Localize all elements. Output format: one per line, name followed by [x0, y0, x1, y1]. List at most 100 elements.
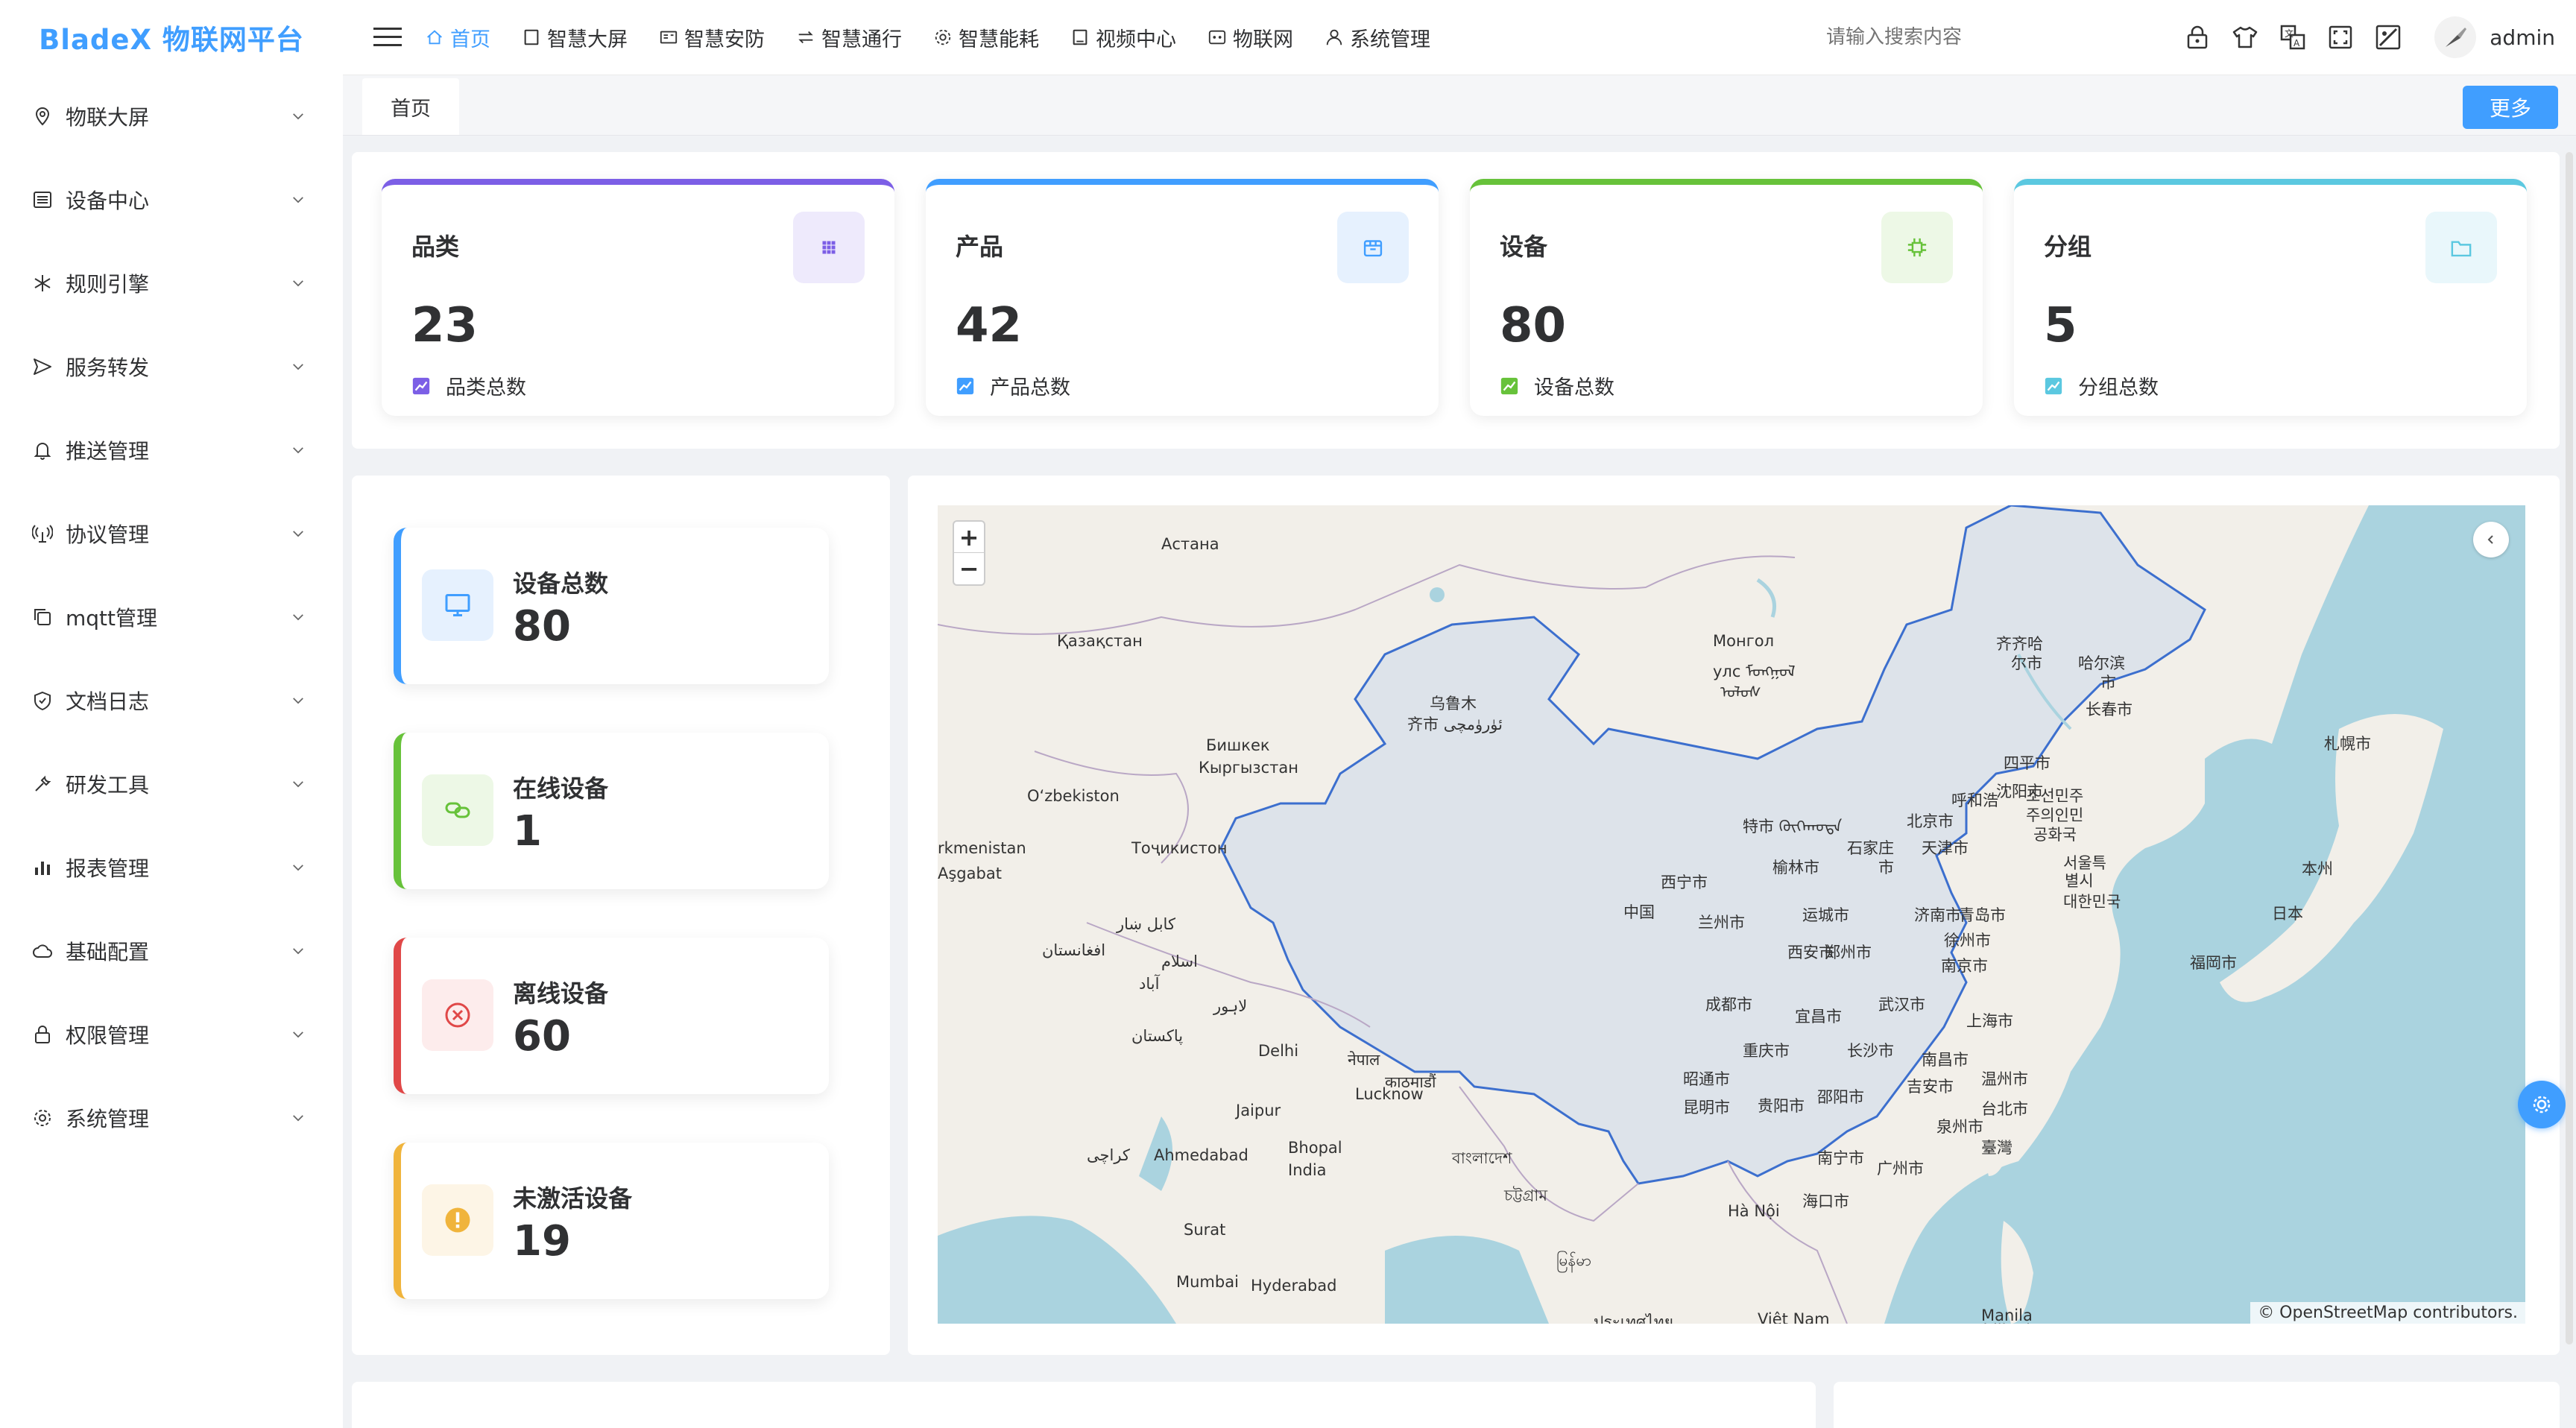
sidebar-item-0[interactable]: 物联大屏: [0, 75, 343, 158]
map-place-label: Кыргызстан: [1199, 759, 1298, 777]
more-button[interactable]: 更多: [2463, 86, 2558, 129]
stat-card[interactable]: 设备 80 设备总数: [1470, 179, 1983, 416]
device-stat-card[interactable]: 未激活设备 19: [394, 1143, 829, 1299]
search-input[interactable]: [1826, 22, 2169, 52]
map-place-label: Surat: [1184, 1221, 1226, 1239]
device-stat-title: 设备总数: [513, 569, 609, 598]
gear-icon: [2531, 1094, 2552, 1115]
map-place-label: 济南市: [1914, 906, 1961, 924]
theme-shirt-icon[interactable]: [2221, 13, 2269, 61]
sidebar-item-label: 系统管理: [66, 1107, 150, 1131]
bell-icon: [30, 437, 55, 463]
lock-icon[interactable]: [2174, 13, 2221, 61]
sidebar-item-label: mqtt管理: [66, 606, 158, 631]
top-nav-item-7[interactable]: 系统管理: [1325, 23, 1430, 52]
sidebar-item-9[interactable]: 报表管理: [0, 826, 343, 909]
sidebar-item-label: 设备中心: [66, 189, 150, 213]
sidebar-item-1[interactable]: 设备中心: [0, 158, 343, 241]
map-place-label: 邵阳市: [1817, 1088, 1864, 1106]
username[interactable]: admin: [2490, 25, 2555, 50]
top-nav-item-6[interactable]: 物联网: [1208, 23, 1293, 52]
snowflake-icon: [30, 271, 55, 296]
sidebar-item-5[interactable]: 协议管理: [0, 492, 343, 575]
language-icon[interactable]: 文A: [2269, 13, 2317, 61]
map-place-label: Бишкек: [1206, 736, 1270, 754]
sidebar-item-4[interactable]: 推送管理: [0, 408, 343, 492]
map-place-label: 青岛市: [1959, 906, 2006, 924]
chip-icon: [1881, 212, 1953, 283]
top-nav-item-3[interactable]: 智慧通行: [796, 23, 902, 52]
traffic-icon: [796, 28, 815, 47]
zoom-out-button[interactable]: −: [954, 553, 984, 584]
top-nav-item-5[interactable]: 视频中心: [1070, 23, 1176, 52]
top-nav-item-0[interactable]: 首页: [425, 23, 490, 52]
map-place-label: नेपाल: [1348, 1051, 1380, 1069]
sidebar-item-11[interactable]: 权限管理: [0, 993, 343, 1076]
top-nav-item-1[interactable]: 智慧大屏: [522, 23, 628, 52]
sidebar-item-6[interactable]: mqtt管理: [0, 575, 343, 659]
sidebar-item-8[interactable]: 研发工具: [0, 742, 343, 826]
map-place-label: Hyderabad: [1251, 1277, 1337, 1295]
map-place-label: 乌鲁木: [1430, 695, 1477, 713]
map-place-label: 中国: [1623, 903, 1655, 921]
app-logo[interactable]: BladeX 物联网平台: [0, 0, 343, 75]
map-place-label: 宜昌市: [1795, 1008, 1842, 1026]
device-stat-value: 80: [513, 602, 571, 651]
top-nav-label: 系统管理: [1350, 28, 1430, 51]
map-attribution[interactable]: © OpenStreetMap contributors.: [2250, 1302, 2525, 1324]
map-zoom-control: + −: [953, 520, 985, 586]
stat-footer: 设备总数: [1500, 371, 1614, 400]
map-place-label: 齐市 ئۈرۈمچى: [1407, 715, 1503, 733]
folder-icon: [2425, 212, 2497, 283]
chevron-down-icon: [289, 775, 307, 793]
map-place-label: ᠤᠯᠤᠰ: [1720, 683, 1761, 701]
page-scrollbar[interactable]: [2566, 152, 2573, 1345]
map[interactable]: + − Астана Қазақстан Монгол улс ᠮᠣᠩᠭᠣᠯ ᠤᠯᠤᠰ 乌…: [938, 505, 2525, 1324]
map-panel: + − Астана Қазақстан Монгол улс ᠮᠣᠩᠭᠣᠯ ᠤᠯᠤᠰ 乌…: [908, 476, 2560, 1355]
map-place-label: 南宁市: [1817, 1149, 1864, 1167]
top-nav-label: 首页: [450, 28, 490, 51]
sidebar-item-2[interactable]: 规则引擎: [0, 241, 343, 325]
device-stat-card[interactable]: 离线设备 60: [394, 938, 829, 1094]
sidebar-item-label: 规则引擎: [66, 272, 150, 297]
map-place-label: 徐州市: [1944, 932, 1991, 950]
stat-card[interactable]: 品类 23 品类总数: [382, 179, 894, 416]
chevron-down-icon: [289, 1109, 307, 1127]
map-place-label: 臺灣: [1981, 1139, 2012, 1157]
map-place-label: 榆林市: [1772, 859, 1819, 876]
stat-value: 42: [956, 298, 1023, 353]
map-place-label: Bhopal: [1288, 1139, 1342, 1157]
sidebar-item-label: 文档日志: [66, 689, 150, 714]
stat-card[interactable]: 分组 5 分组总数: [2014, 179, 2527, 416]
map-place-label: 本州: [2302, 860, 2333, 878]
sidebar-item-3[interactable]: 服务转发: [0, 325, 343, 408]
image-settings-icon[interactable]: [2364, 13, 2412, 61]
map-place-label: 长沙市: [1847, 1042, 1894, 1060]
fullscreen-icon[interactable]: [2317, 13, 2364, 61]
top-nav-label: 智慧能耗: [959, 28, 1039, 51]
sidebar-item-7[interactable]: 文档日志: [0, 659, 343, 742]
avatar[interactable]: [2434, 16, 2477, 58]
chevron-down-icon: [289, 525, 307, 543]
device-stat-card[interactable]: 设备总数 80: [394, 528, 829, 684]
top-nav-item-4[interactable]: 智慧能耗: [933, 23, 1039, 52]
device-stat-value: 60: [513, 1012, 571, 1061]
stat-footer-label: 产品总数: [990, 376, 1070, 399]
map-place-label: 北京市: [1907, 812, 1954, 830]
top-nav-label: 物联网: [1233, 28, 1293, 51]
sidebar-item-label: 协议管理: [66, 522, 150, 547]
map-place-label: پاکستان: [1131, 1027, 1184, 1045]
map-collapse-button[interactable]: [2473, 522, 2509, 557]
tag-home[interactable]: 首页: [362, 78, 459, 135]
stat-card[interactable]: 产品 42 产品总数: [926, 179, 1439, 416]
security-icon: [659, 28, 678, 47]
hamburger-menu-icon[interactable]: [350, 0, 425, 75]
sidebar: BladeX 物联网平台 物联大屏设备中心规则引擎服务转发 推送管理协议管理 mqt…: [0, 0, 343, 1428]
sidebar-item-10[interactable]: 基础配置: [0, 909, 343, 993]
settings-float-button[interactable]: [2518, 1081, 2566, 1128]
top-bar: 首页 智慧大屏 智慧安防 智慧通行 智慧能耗 视频中心 物联网 系统管理 文A admin: [343, 0, 2576, 75]
device-stat-card[interactable]: 在线设备 1: [394, 733, 829, 889]
sidebar-item-12[interactable]: 系统管理: [0, 1076, 343, 1160]
zoom-in-button[interactable]: +: [954, 522, 984, 553]
top-nav-item-2[interactable]: 智慧安防: [659, 23, 765, 52]
